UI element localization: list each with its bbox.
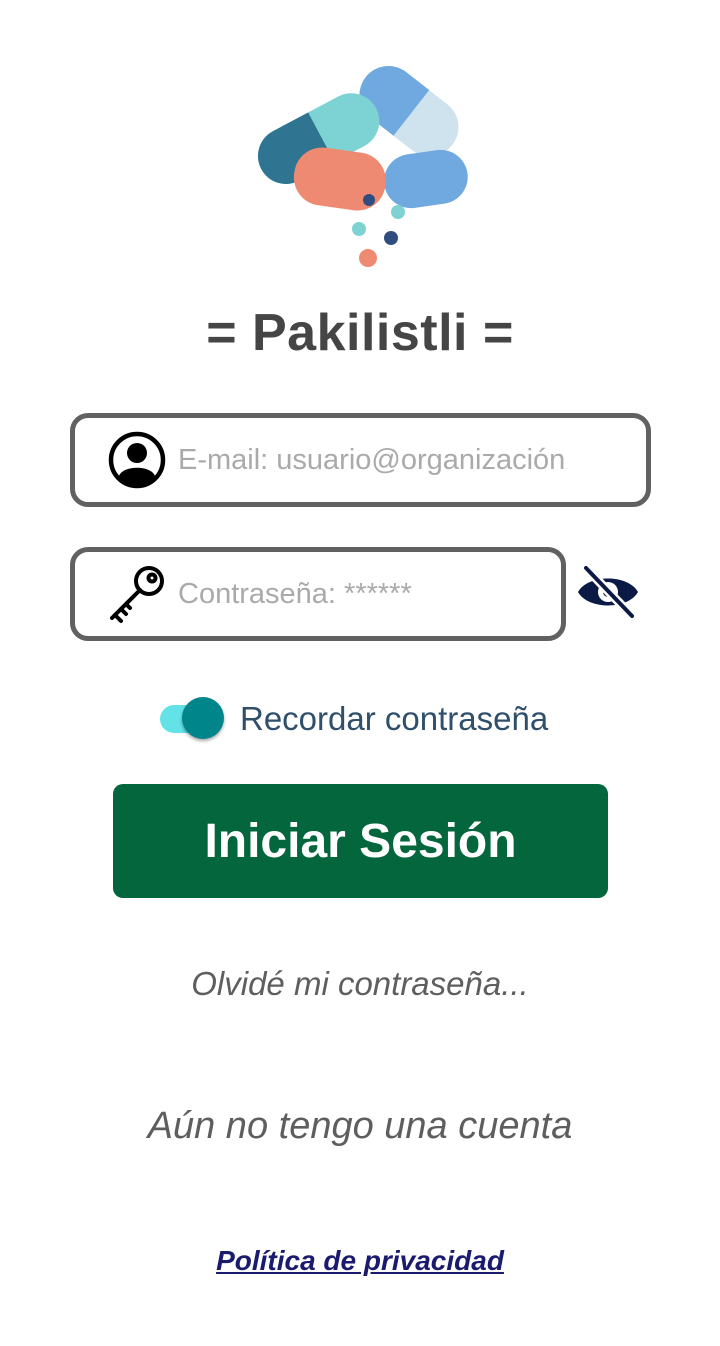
login-button[interactable]: Iniciar Sesión bbox=[113, 784, 608, 898]
key-icon bbox=[110, 566, 164, 623]
remember-password-toggle[interactable] bbox=[158, 697, 224, 741]
forgot-password-link[interactable]: Olvidé mi contraseña... bbox=[0, 965, 720, 1003]
password-input[interactable] bbox=[178, 552, 548, 636]
logo-capsule-coral bbox=[293, 147, 386, 211]
logo-capsule-light-blue bbox=[384, 149, 468, 209]
create-account-link[interactable]: Aún no tengo una cuenta bbox=[0, 1105, 720, 1148]
logo-dot bbox=[391, 205, 405, 219]
logo-dot bbox=[359, 249, 377, 267]
email-input[interactable] bbox=[178, 418, 618, 502]
logo-dot bbox=[384, 231, 398, 245]
eye-off-icon[interactable] bbox=[574, 562, 642, 622]
logo-dot bbox=[363, 194, 375, 206]
password-field[interactable] bbox=[70, 547, 566, 641]
app-logo bbox=[257, 66, 468, 267]
privacy-policy-link[interactable]: Política de privacidad bbox=[0, 1245, 720, 1277]
app-title: = Pakilistli = bbox=[206, 304, 514, 362]
logo-dot bbox=[352, 222, 366, 236]
remember-password-row: Recordar contraseña bbox=[158, 694, 548, 744]
user-circle-icon bbox=[108, 431, 166, 489]
toggle-thumb bbox=[182, 697, 224, 739]
remember-password-label[interactable]: Recordar contraseña bbox=[240, 700, 548, 738]
email-field[interactable] bbox=[70, 413, 651, 507]
